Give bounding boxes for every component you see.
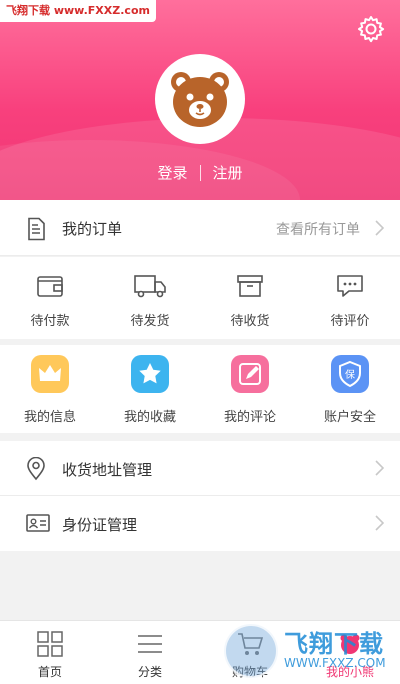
settings-list: 收货地址管理 身份证管理 — [0, 441, 400, 551]
shield-icon: 保 — [331, 355, 369, 393]
menu-lines-icon — [138, 635, 162, 653]
star-icon — [131, 355, 169, 393]
shield-badge-text: 保 — [345, 368, 355, 381]
crown-icon — [31, 355, 69, 393]
profile-header: 飞翔下载 www.FXXZ.com 登录 注册 — [0, 0, 400, 200]
truck-icon — [134, 275, 166, 298]
services-grid: 我的信息 我的收藏 我的评论 保 账户安全 — [0, 345, 400, 433]
watermark-url: WWW.FXXZ.COM — [284, 656, 386, 670]
auth-links: 登录 注册 — [0, 162, 400, 183]
service-my-comments-label: 我的评论 — [223, 410, 276, 425]
service-my-info-label: 我的信息 — [23, 410, 76, 425]
location-pin-icon — [27, 457, 45, 481]
list-item-address-label: 收货地址管理 — [62, 461, 153, 479]
service-favorites[interactable]: 我的收藏 — [100, 345, 200, 433]
watermark-label: 飞翔下载 www.FXXZ.com — [0, 0, 156, 22]
chevron-right-icon — [375, 515, 384, 531]
settings-gear-icon[interactable] — [356, 14, 386, 44]
avatar[interactable] — [155, 54, 245, 144]
my-orders-title: 我的订单 — [62, 220, 123, 238]
box-icon — [237, 275, 263, 297]
order-pending-receipt-label: 待收货 — [230, 314, 270, 329]
order-pending-receipt[interactable]: 待收货 — [200, 257, 300, 339]
order-document-icon — [28, 217, 45, 241]
comment-icon — [337, 275, 363, 297]
watermark-brand: 飞翔下载 — [284, 630, 384, 658]
tab-home-label: 首页 — [37, 665, 62, 679]
service-account-security[interactable]: 保 账户安全 — [300, 345, 400, 433]
tab-category[interactable]: 分类 — [100, 621, 200, 684]
order-pending-shipment[interactable]: 待发货 — [100, 257, 200, 339]
order-pending-payment[interactable]: 待付款 — [0, 257, 100, 339]
tab-home[interactable]: 首页 — [0, 621, 100, 684]
my-orders-row[interactable]: 我的订单 查看所有订单 — [0, 200, 400, 256]
order-status-grid: 待付款 待发货 待收货 待评价 — [0, 257, 400, 339]
register-link[interactable]: 注册 — [213, 162, 243, 183]
divider — [199, 164, 201, 181]
order-pending-shipment-label: 待发货 — [130, 314, 170, 329]
watermark-circle — [224, 624, 278, 678]
chevron-right-icon — [375, 460, 384, 476]
login-link[interactable]: 登录 — [157, 162, 187, 183]
bear-avatar-icon — [171, 72, 229, 127]
list-item-id-card[interactable]: 身份证管理 — [0, 496, 400, 551]
order-pending-review-label: 待评价 — [330, 314, 370, 329]
service-account-security-label: 账户安全 — [323, 410, 376, 425]
edit-icon — [231, 355, 269, 393]
order-pending-review[interactable]: 待评价 — [300, 257, 400, 339]
view-all-orders-link[interactable]: 查看所有订单 — [276, 219, 360, 239]
service-my-comments[interactable]: 我的评论 — [200, 345, 300, 433]
wallet-icon — [37, 276, 63, 297]
grid-icon — [37, 631, 63, 657]
order-pending-payment-label: 待付款 — [30, 314, 70, 329]
chevron-right-icon — [375, 220, 384, 236]
list-item-id-card-label: 身份证管理 — [62, 516, 138, 534]
service-my-info[interactable]: 我的信息 — [0, 345, 100, 433]
id-card-icon — [26, 514, 50, 532]
watermark-logo: 飞翔下载 WWW.FXXZ.COM — [222, 618, 400, 684]
service-favorites-label: 我的收藏 — [123, 410, 176, 425]
tab-category-label: 分类 — [137, 665, 162, 679]
list-item-address[interactable]: 收货地址管理 — [0, 441, 400, 496]
